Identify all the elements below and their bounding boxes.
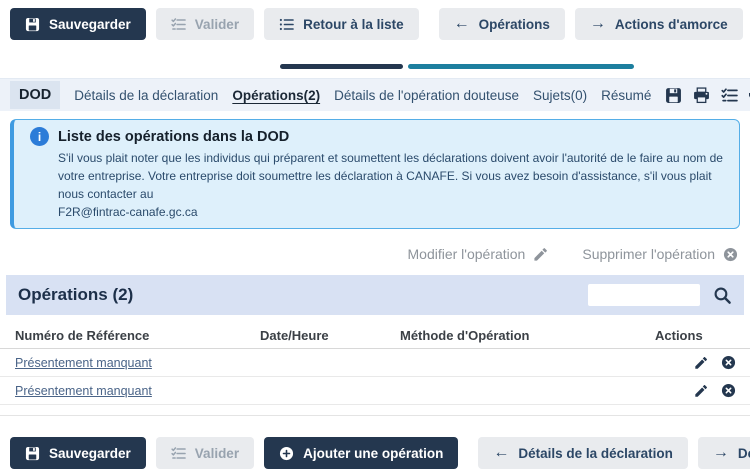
pencil-icon — [533, 247, 548, 262]
add-operation-button[interactable]: Ajouter une opération — [264, 437, 458, 469]
operations-table: Numéro de Référence Date/Heure Méthode d… — [0, 323, 750, 416]
save-button-label: Sauvegarder — [49, 17, 131, 32]
prev-operations-button-label: Opérations — [479, 17, 550, 32]
delete-operation-link-label: Supprimer l'opération — [582, 246, 715, 262]
info-banner-title: Liste des opérations dans la DOD — [58, 129, 289, 145]
operations-search-input[interactable] — [588, 284, 700, 306]
checklist-icon — [171, 446, 186, 461]
prev-operations-button[interactable]: ← Opérations — [439, 8, 565, 40]
next-details-operation-douteuse-button[interactable]: → Détails de l'opération douteuse — [698, 437, 750, 469]
back-to-list-button-label: Retour à la liste — [303, 17, 404, 32]
operations-table-header: Numéro de Référence Date/Heure Méthode d… — [0, 323, 750, 349]
top-toolbar: Sauvegarder Valider Retour à la liste ← … — [0, 0, 750, 40]
operations-section-title: Opérations (2) — [18, 285, 133, 305]
tab-operations[interactable]: Opérations(2) — [232, 88, 320, 103]
tab-dod[interactable]: DOD — [10, 81, 60, 109]
list-icon — [279, 17, 294, 32]
arrow-left-icon: ← — [454, 16, 470, 32]
add-operation-button-label: Ajouter une opération — [303, 446, 443, 461]
plus-circle-icon — [279, 446, 294, 461]
operations-section-header: Opérations (2) — [6, 275, 744, 315]
validate-button[interactable]: Valider — [156, 437, 254, 469]
x-circle-icon[interactable] — [721, 355, 736, 370]
x-circle-icon — [723, 247, 738, 262]
column-header-actions: Actions — [640, 328, 736, 343]
back-to-list-button[interactable]: Retour à la liste — [264, 8, 419, 40]
progress-indicator — [0, 40, 750, 78]
save-icon — [25, 446, 40, 461]
tab-resume[interactable]: Résumé — [601, 88, 651, 103]
validate-button-label: Valider — [195, 17, 239, 32]
table-row: Présentement manquant — [0, 349, 750, 377]
checklist-icon — [171, 17, 186, 32]
info-banner: i Liste des opérations dans la DOD S'il … — [10, 119, 740, 229]
next-actions-amorce-button[interactable]: → Actions d'amorce — [575, 8, 743, 40]
x-circle-icon[interactable] — [721, 383, 736, 398]
tab-details-operation-douteuse[interactable]: Détails de l'opération douteuse — [334, 88, 519, 103]
arrow-right-icon: → — [590, 16, 606, 32]
edit-operation-link[interactable]: Modifier l'opération — [408, 246, 549, 262]
table-row: Présentement manquant — [0, 377, 750, 405]
arrow-right-icon: → — [713, 445, 729, 461]
pencil-icon[interactable] — [694, 356, 708, 370]
search-icon[interactable] — [713, 286, 732, 305]
edit-operation-link-label: Modifier l'opération — [408, 246, 526, 262]
save-icon — [25, 17, 40, 32]
info-banner-body: S'il vous plait noter que les individus … — [58, 149, 723, 203]
info-icon: i — [30, 127, 49, 146]
save-button[interactable]: Sauvegarder — [10, 437, 146, 469]
save-icon[interactable] — [665, 87, 682, 104]
next-actions-amorce-button-label: Actions d'amorce — [615, 17, 728, 32]
info-banner-email-link[interactable]: F2R@fintrac-canafe.gc.ca — [58, 203, 723, 221]
delete-operation-link[interactable]: Supprimer l'opération — [582, 246, 738, 262]
reference-link[interactable]: Présentement manquant — [15, 384, 260, 398]
bottom-toolbar: Sauvegarder Valider Ajouter une opératio… — [0, 416, 750, 469]
tab-details-declaration[interactable]: Détails de la déclaration — [74, 88, 218, 103]
save-button[interactable]: Sauvegarder — [10, 8, 146, 40]
report-tabbar: DOD Détails de la déclaration Opérations… — [0, 78, 750, 111]
progress-segment-dark — [280, 64, 403, 69]
validate-button[interactable]: Valider — [156, 8, 254, 40]
print-icon[interactable] — [693, 87, 710, 104]
save-button-label: Sauvegarder — [49, 446, 131, 461]
checklist-icon[interactable] — [721, 87, 738, 104]
reference-link[interactable]: Présentement manquant — [15, 356, 260, 370]
next-details-operation-douteuse-button-label: Détails de l'opération douteuse — [738, 446, 750, 461]
arrow-left-icon: ← — [493, 445, 509, 461]
tab-sujets[interactable]: Sujets(0) — [533, 88, 587, 103]
operation-links-row: Modifier l'opération Supprimer l'opérati… — [12, 246, 738, 262]
column-header-reference: Numéro de Référence — [15, 328, 260, 343]
column-header-date: Date/Heure — [260, 328, 400, 343]
prev-details-declaration-button[interactable]: ← Détails de la déclaration — [478, 437, 688, 469]
prev-details-declaration-button-label: Détails de la déclaration — [518, 446, 673, 461]
pencil-icon[interactable] — [694, 384, 708, 398]
column-header-method: Méthode d'Opération — [400, 328, 640, 343]
tabbar-action-icons — [665, 87, 750, 104]
progress-segment-teal — [408, 64, 634, 69]
validate-button-label: Valider — [195, 446, 239, 461]
